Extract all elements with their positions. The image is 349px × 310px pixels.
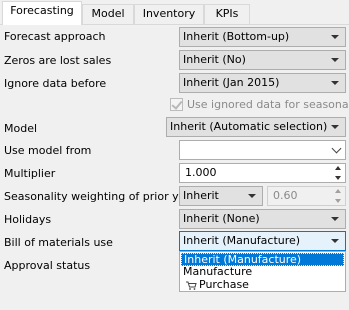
approval-status-label: Approval status xyxy=(4,259,91,272)
seasonality-weighting-spin-value: 0.60 xyxy=(273,189,298,202)
use-model-from-label: Use model from xyxy=(4,144,92,157)
dropdown-arrow-icon xyxy=(248,194,256,198)
bill-of-materials-value: Inherit (Manufacture) xyxy=(183,234,301,247)
spin-up-icon[interactable] xyxy=(333,187,345,196)
tab-forecasting[interactable]: Forecasting xyxy=(2,1,82,25)
ignore-data-before-select[interactable]: Inherit (Jan 2015) xyxy=(179,73,346,93)
tab-bar: Forecasting Model Inventory KPIs xyxy=(0,0,349,25)
shopping-cart-icon xyxy=(186,281,197,290)
holidays-select[interactable]: Inherit (None) xyxy=(179,209,346,229)
dropdown-arrow-icon xyxy=(331,35,339,39)
seasonality-weighting-select-value: Inherit xyxy=(183,189,219,202)
holidays-value: Inherit (None) xyxy=(183,212,260,225)
holidays-label: Holidays xyxy=(4,213,52,226)
forecast-approach-value: Inherit (Bottom-up) xyxy=(183,30,290,43)
forecast-approach-select[interactable]: Inherit (Bottom-up) xyxy=(179,27,346,47)
tab-kpis[interactable]: KPIs xyxy=(204,4,250,24)
bill-of-materials-select[interactable]: Inherit (Manufacture) xyxy=(179,231,346,251)
dropdown-arrow-icon xyxy=(331,239,339,243)
spin-down-icon[interactable] xyxy=(333,173,345,182)
multiplier-spinbox[interactable]: 1.000 xyxy=(179,163,346,183)
use-model-from-select[interactable] xyxy=(179,140,346,160)
dropdown-arrow-icon xyxy=(331,125,339,129)
model-label: Model xyxy=(4,122,38,135)
option-purchase[interactable]: Purchase xyxy=(181,279,344,292)
use-ignored-data-label: Use ignored data for seasonality xyxy=(187,98,349,111)
multiplier-label: Multiplier xyxy=(4,167,56,180)
model-select[interactable]: Inherit (Automatic selection) xyxy=(166,117,346,137)
spin-down-icon[interactable] xyxy=(333,196,345,205)
zeros-lost-sales-label: Zeros are lost sales xyxy=(4,54,112,67)
forecast-approach-label: Forecast approach xyxy=(4,30,106,43)
model-value: Inherit (Automatic selection) xyxy=(170,120,328,133)
tab-inventory[interactable]: Inventory xyxy=(134,4,204,24)
ignore-data-before-value: Inherit (Jan 2015) xyxy=(183,76,280,89)
multiplier-stepper[interactable] xyxy=(333,164,345,182)
dropdown-arrow-icon xyxy=(331,81,339,85)
zeros-lost-sales-value: Inherit (No) xyxy=(183,53,246,66)
use-ignored-data-checkbox[interactable] xyxy=(170,98,183,111)
seasonality-weighting-stepper[interactable] xyxy=(333,187,345,205)
spin-up-icon[interactable] xyxy=(333,164,345,173)
bill-of-materials-dropdown-list: Inherit (Manufacture) Manufacture Purcha… xyxy=(179,251,346,292)
multiplier-value: 1.000 xyxy=(185,166,217,179)
dropdown-arrow-icon xyxy=(331,58,339,62)
bill-of-materials-label: Bill of materials use xyxy=(4,236,113,249)
option-purchase-label: Purchase xyxy=(199,278,249,291)
zeros-lost-sales-select[interactable]: Inherit (No) xyxy=(179,50,346,70)
seasonality-weighting-spinbox[interactable]: 0.60 xyxy=(267,186,346,206)
chevron-down-icon xyxy=(331,143,342,154)
seasonality-weighting-label: Seasonality weighting of prior years xyxy=(4,190,203,203)
tab-model[interactable]: Model xyxy=(82,4,134,24)
seasonality-weighting-select[interactable]: Inherit xyxy=(179,186,263,206)
dropdown-arrow-icon xyxy=(331,217,339,221)
ignore-data-before-label: Ignore data before xyxy=(4,77,107,90)
